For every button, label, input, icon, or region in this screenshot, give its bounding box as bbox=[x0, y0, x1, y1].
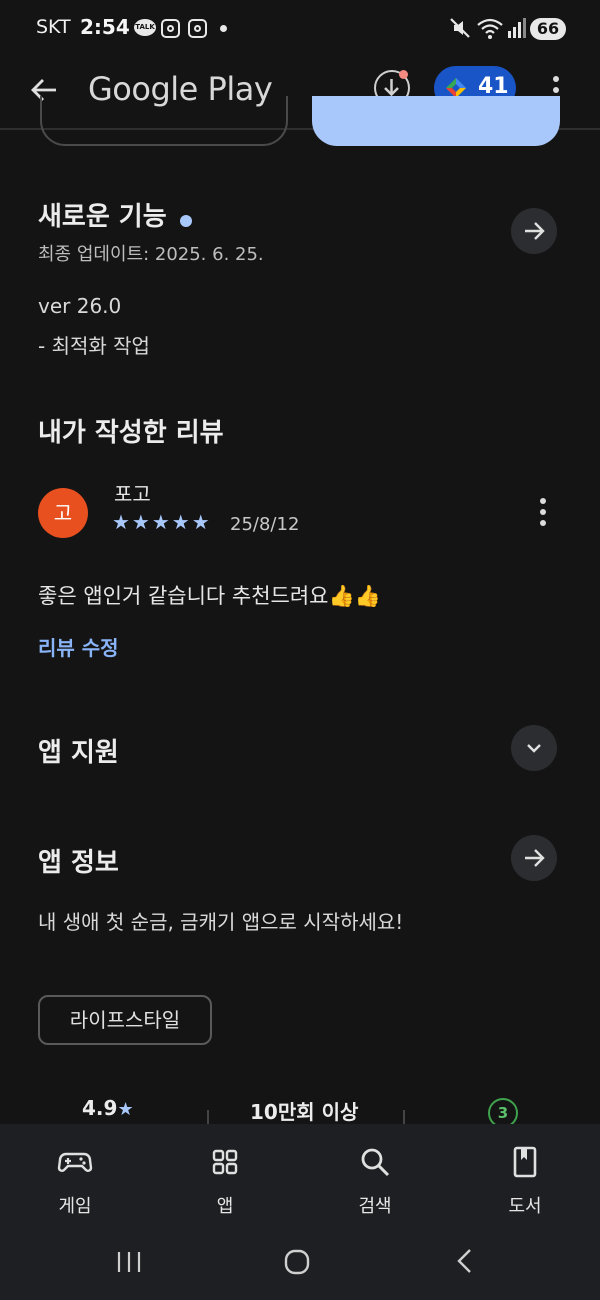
review-author: 포고 bbox=[114, 482, 151, 506]
arrow-right-icon bbox=[525, 222, 545, 240]
nav-label-search: 검색 bbox=[358, 1196, 392, 1217]
recent-apps-icon[interactable] bbox=[114, 1248, 144, 1276]
downloads-stat: 10만회 이상 bbox=[250, 1100, 359, 1124]
nav-apps[interactable]: 앱 bbox=[150, 1124, 300, 1240]
review-more-icon[interactable] bbox=[530, 496, 556, 528]
whats-new-arrow-button[interactable] bbox=[511, 208, 557, 254]
whats-new-header[interactable]: 새로운 기능 bbox=[38, 196, 192, 233]
signal-icon bbox=[508, 18, 526, 38]
rating-value: 4.9 bbox=[82, 1096, 118, 1120]
back-icon[interactable] bbox=[452, 1246, 478, 1276]
review-text: 좋은 앱인거 같습니다 추천드려요👍👍 bbox=[38, 584, 381, 608]
nav-label-games: 게임 bbox=[58, 1196, 92, 1217]
apps-grid-icon bbox=[212, 1149, 238, 1175]
nav-label-apps: 앱 bbox=[216, 1196, 234, 1217]
category-chip[interactable]: 라이프스타일 bbox=[38, 995, 212, 1045]
download-notification-dot bbox=[399, 70, 408, 79]
gamepad-icon bbox=[57, 1152, 93, 1172]
edit-review-link[interactable]: 리뷰 수정 bbox=[38, 632, 119, 661]
app-description: 내 생애 첫 순금, 금캐기 앱으로 시작하세요! bbox=[38, 910, 404, 934]
carrier-label: SKT bbox=[36, 16, 71, 38]
battery-indicator: 66 bbox=[530, 18, 566, 40]
nav-search[interactable]: 검색 bbox=[300, 1124, 450, 1240]
app-info-title[interactable]: 앱 정보 bbox=[38, 842, 119, 879]
primary-action-button[interactable] bbox=[312, 96, 560, 146]
rating-stat: 4.9★ bbox=[82, 1096, 134, 1120]
instagram-notification-icon bbox=[188, 19, 207, 38]
kakaotalk-notification-icon: TALK bbox=[134, 19, 156, 36]
nav-games[interactable]: 게임 bbox=[0, 1124, 150, 1240]
nav-label-books: 도서 bbox=[508, 1196, 542, 1217]
avatar: 고 bbox=[38, 488, 88, 538]
rating-star-icon: ★ bbox=[117, 1099, 134, 1120]
instagram-notification-icon bbox=[161, 19, 180, 38]
status-bar: SKT 2:54 TALK 66 bbox=[0, 0, 600, 60]
clock: 2:54 bbox=[80, 15, 130, 39]
my-review-title: 내가 작성한 리뷰 bbox=[38, 418, 224, 448]
app-info-arrow-button[interactable] bbox=[511, 835, 557, 881]
secondary-action-button[interactable] bbox=[40, 96, 288, 146]
arrow-right-icon bbox=[525, 849, 545, 867]
book-icon bbox=[513, 1146, 537, 1178]
chevron-down-icon bbox=[527, 744, 541, 753]
version-text: ver 26.0 bbox=[38, 294, 122, 318]
new-indicator-dot bbox=[179, 214, 192, 227]
wifi-icon bbox=[477, 18, 503, 39]
mute-icon bbox=[450, 18, 470, 38]
last-updated: 최종 업데이트: 2025. 6. 25. bbox=[38, 244, 264, 265]
review-date: 25/8/12 bbox=[230, 514, 300, 535]
bottom-navigation: 게임 앱 검색 도서 bbox=[0, 1124, 600, 1240]
release-notes: - 최적화 작업 bbox=[38, 334, 150, 358]
app-support-title[interactable]: 앱 지원 bbox=[38, 732, 119, 769]
more-notifications-dot bbox=[220, 25, 227, 32]
app-support-expand-button[interactable] bbox=[511, 725, 557, 771]
nav-books[interactable]: 도서 bbox=[450, 1124, 600, 1240]
review-stars: ★★★★★ bbox=[112, 510, 212, 534]
system-navigation-bar bbox=[0, 1240, 600, 1300]
home-icon[interactable] bbox=[282, 1247, 312, 1277]
search-icon bbox=[361, 1148, 390, 1177]
whats-new-title: 새로운 기능 bbox=[38, 202, 167, 232]
